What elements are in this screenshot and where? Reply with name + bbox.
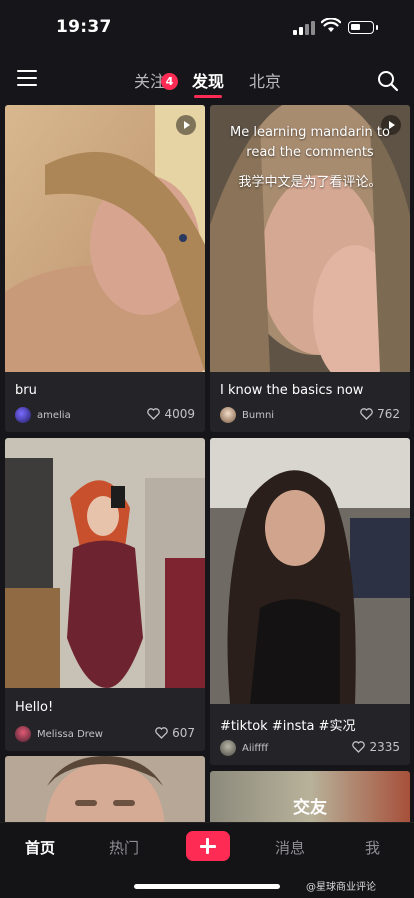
card-overlay-title: 交友 xyxy=(293,798,327,818)
tab-beijing[interactable]: 北京 xyxy=(249,68,281,92)
like-count-value: 762 xyxy=(377,407,400,421)
like-count[interactable]: 762 xyxy=(360,407,400,421)
home-indicator xyxy=(134,884,280,889)
wifi-icon xyxy=(321,18,341,32)
feed-card[interactable]: #tiktok #insta #实况 Aiiffff 2335 xyxy=(210,438,410,765)
card-title: bru xyxy=(15,383,37,398)
card-username[interactable]: Melissa Drew xyxy=(37,729,103,740)
watermark: @星球商业评论 xyxy=(306,882,376,893)
search-icon[interactable] xyxy=(377,70,399,92)
like-count-value: 4009 xyxy=(164,407,195,421)
card-title: #tiktok #insta #实况 xyxy=(220,719,356,734)
card-username[interactable]: amelia xyxy=(37,410,71,421)
like-count-value: 607 xyxy=(172,726,195,740)
video-thumbnail xyxy=(5,438,205,688)
tab-discover[interactable]: 发现 xyxy=(192,68,224,98)
nav-trending[interactable]: 热门 xyxy=(109,837,139,858)
heart-icon xyxy=(352,741,366,753)
video-overlay-text-cn: 我学中文是为了看评论。 xyxy=(238,175,382,190)
like-count-value: 2335 xyxy=(369,740,400,754)
feed-card[interactable]: Me learning mandarin to read the comment… xyxy=(210,105,410,432)
nav-home[interactable]: 首页 xyxy=(25,837,55,858)
heart-icon xyxy=(147,408,161,420)
play-icon xyxy=(176,115,196,135)
feed-card[interactable] xyxy=(5,756,205,826)
avatar[interactable] xyxy=(220,407,236,423)
menu-icon[interactable] xyxy=(17,70,37,88)
heart-icon xyxy=(155,727,168,739)
cellular-signal-icon xyxy=(293,21,315,35)
card-username[interactable]: Aiiffff xyxy=(242,743,268,754)
video-overlay-text: Me learning mandarin to read the comment… xyxy=(230,125,390,160)
feed-card[interactable]: 交友 xyxy=(210,771,410,826)
top-nav: 关注 4 发现 北京 xyxy=(0,60,414,100)
card-title: Hello! xyxy=(15,700,54,715)
battery-icon xyxy=(348,21,378,34)
video-thumbnail xyxy=(5,105,205,372)
following-badge: 4 xyxy=(161,73,178,90)
video-thumbnail xyxy=(210,438,410,704)
feed-card[interactable]: Hello! Melissa Drew 607 xyxy=(5,438,205,751)
avatar[interactable] xyxy=(220,740,236,756)
like-count[interactable]: 2335 xyxy=(352,740,400,754)
video-thumbnail xyxy=(5,756,205,826)
avatar[interactable] xyxy=(15,726,31,742)
card-username[interactable]: Bumni xyxy=(242,410,274,421)
create-post-button[interactable] xyxy=(186,831,230,861)
avatar[interactable] xyxy=(15,407,31,423)
nav-me[interactable]: 我 xyxy=(365,837,380,858)
status-bar: 19:37 xyxy=(0,0,414,56)
card-title: I know the basics now xyxy=(220,383,364,398)
heart-icon xyxy=(360,408,373,420)
nav-messages[interactable]: 消息 xyxy=(275,837,305,858)
like-count[interactable]: 607 xyxy=(155,726,195,740)
like-count[interactable]: 4009 xyxy=(147,407,195,421)
status-time: 19:37 xyxy=(56,17,112,37)
feed-card[interactable]: bru amelia 4009 xyxy=(5,105,205,432)
